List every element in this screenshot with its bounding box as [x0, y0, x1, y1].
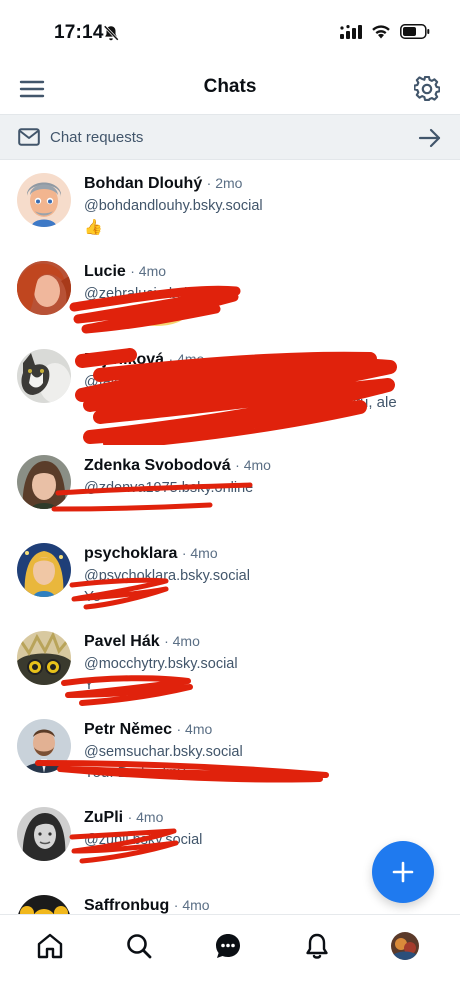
- mail-icon: [18, 128, 40, 146]
- avatar: [17, 719, 71, 773]
- plus-icon: [392, 861, 414, 883]
- avatar: [17, 543, 71, 597]
- bell-off-icon: [103, 25, 119, 41]
- chat-name: Pavel Hák · 4mo: [84, 633, 200, 650]
- chat-handle: @zupli.bsky.social: [84, 832, 203, 848]
- chat-handle: @fajtrlikova.bsky.social: [84, 374, 234, 390]
- chat-name: Petr Němec · 4mo: [84, 721, 213, 738]
- chat-preview: očtu, ale: [340, 394, 397, 411]
- search-icon[interactable]: [124, 931, 154, 961]
- chat-item-psychoklara[interactable]: psychoklara · 4mo @psychoklara.bsky.soci…: [0, 531, 460, 619]
- chat-preview: Yo: [84, 588, 101, 605]
- arrow-right-icon: [418, 128, 441, 148]
- chat-list: Bohdan Dlouhý · 2mo @bohdandlouhy.bsky.s…: [0, 161, 460, 914]
- page-title: Chats: [203, 76, 257, 97]
- chat-preview: 👍: [84, 219, 103, 236]
- bottom-nav: [0, 914, 460, 1000]
- status-time: 17:14: [54, 22, 104, 43]
- chat-handle: @bohdandlouhy.bsky.social: [84, 198, 263, 214]
- chat-item-pavel-hak[interactable]: Pavel Hák · 4mo @mocchytry.bsky.social Y: [0, 619, 460, 707]
- redaction-scribble: [61, 675, 193, 706]
- chat-icon[interactable]: [213, 931, 243, 961]
- profile-avatar[interactable]: [391, 932, 419, 960]
- chat-item-zdenka[interactable]: Zdenka Svobodová · 4mo @zdenva1975.bsky.…: [0, 443, 460, 531]
- chat-handle: @mocchytry.bsky.social: [84, 656, 238, 672]
- avatar: [17, 631, 71, 685]
- chat-item-lucie[interactable]: Lucie · 4mo @zebralucie.bsky.social: [0, 249, 460, 337]
- chat-name: Fajtrliková · 4mo: [84, 351, 205, 368]
- chat-name: psychoklara · 4mo: [84, 545, 218, 562]
- wifi-icon: [372, 25, 390, 39]
- home-icon[interactable]: [35, 931, 65, 961]
- avatar: [17, 261, 71, 315]
- chat-name: Bohdan Dlouhý · 2mo: [84, 175, 243, 192]
- chat-item-fajtrlikova[interactable]: Fajtrliková · 4mo @fajtrlikova.bsky.soci…: [0, 337, 460, 445]
- gear-icon[interactable]: [414, 76, 440, 102]
- chat-handle: @zebralucie.bsky.social: [84, 286, 239, 302]
- avatar: [17, 173, 71, 227]
- avatar: [17, 455, 71, 509]
- chat-preview: You: Do hodiny: [84, 764, 186, 781]
- chat-handle: @psychoklara.bsky.social: [84, 568, 250, 584]
- avatar: [17, 895, 71, 914]
- chat-handle: @zdenva1975.bsky.online: [84, 480, 254, 496]
- chat-item-petr-nemec[interactable]: Petr Němec · 4mo @semsuchar.bsky.social …: [0, 707, 460, 795]
- chat-name: Lucie · 4mo: [84, 263, 167, 280]
- avatar: [17, 807, 71, 861]
- chat-name: Zdenka Svobodová · 4mo: [84, 457, 271, 474]
- avatar: [17, 349, 71, 403]
- chat-handle: @semsuchar.bsky.social: [84, 744, 243, 760]
- chat-item-bohdan[interactable]: Bohdan Dlouhý · 2mo @bohdandlouhy.bsky.s…: [0, 161, 460, 249]
- chat-name: ZuPli · 4mo: [84, 809, 164, 826]
- new-chat-button[interactable]: [372, 841, 434, 903]
- chat-preview: Y: [84, 676, 95, 693]
- cellular-icon: [340, 24, 362, 39]
- battery-icon: [400, 24, 430, 39]
- chat-name: Saffronbug · 4mo: [84, 897, 210, 914]
- bell-icon[interactable]: [302, 931, 332, 961]
- chats-header: Chats: [0, 64, 460, 114]
- chat-requests-label: Chat requests: [50, 129, 144, 146]
- status-bar: 17:14: [0, 0, 460, 64]
- chat-requests-row[interactable]: Chat requests: [0, 114, 460, 160]
